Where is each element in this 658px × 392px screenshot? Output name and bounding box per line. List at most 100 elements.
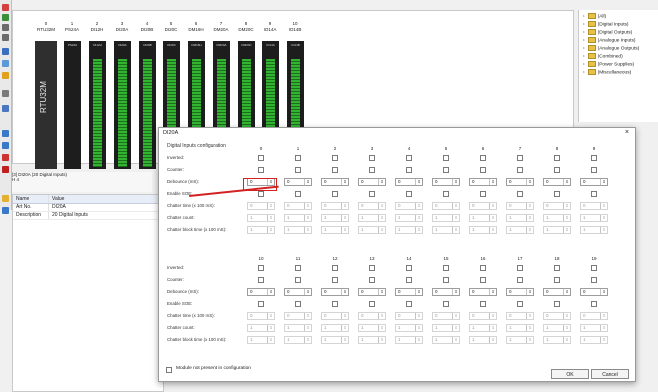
spin-arrows-icon[interactable]: ⇕: [489, 215, 496, 221]
add-icon[interactable]: [2, 14, 9, 21]
chatter-count-spinner[interactable]: 1 ⇕: [247, 214, 275, 222]
chatter-time-spinner[interactable]: 0 ⇕: [543, 202, 571, 210]
chatter-count-spinner[interactable]: 1 ⇕: [284, 324, 312, 332]
ok-button[interactable]: OK: [551, 369, 589, 379]
enable-soe-checkbox[interactable]: [554, 191, 560, 197]
enable-soe-checkbox[interactable]: [517, 191, 523, 197]
debounce-spinner[interactable]: 0 ⇕: [543, 178, 571, 186]
spin-arrows-icon[interactable]: ⇕: [304, 337, 311, 343]
spin-arrows-icon[interactable]: ⇕: [526, 313, 533, 319]
spin-arrows-icon[interactable]: ⇕: [415, 227, 422, 233]
enable-soe-checkbox[interactable]: [591, 301, 597, 307]
chatter-time-spinner[interactable]: 0 ⇕: [284, 202, 312, 210]
enable-soe-checkbox[interactable]: [258, 301, 264, 307]
enable-soe-checkbox[interactable]: [406, 191, 412, 197]
enable-soe-checkbox[interactable]: [332, 191, 338, 197]
inverted-checkbox[interactable]: [554, 265, 560, 271]
spin-arrows-icon[interactable]: ⇕: [378, 203, 385, 209]
spin-arrows-icon[interactable]: ⇕: [526, 215, 533, 221]
counter-checkbox[interactable]: [295, 277, 301, 283]
spin-arrows-icon[interactable]: ⇕: [489, 325, 496, 331]
chatter-block-spinner[interactable]: 1 ⇕: [543, 336, 571, 344]
spin-arrows-icon[interactable]: ⇕: [341, 289, 348, 295]
spin-arrows-icon[interactable]: ⇕: [600, 313, 607, 319]
counter-checkbox[interactable]: [258, 277, 264, 283]
chatter-block-spinner[interactable]: 1 ⇕: [247, 336, 275, 344]
inverted-checkbox[interactable]: [258, 155, 264, 161]
spin-arrows-icon[interactable]: ⇕: [341, 313, 348, 319]
move-down-icon[interactable]: [2, 34, 9, 41]
cancel-button[interactable]: Cancel: [591, 369, 629, 379]
spin-arrows-icon[interactable]: ⇕: [267, 289, 274, 295]
chatter-time-spinner[interactable]: 0 ⇕: [358, 312, 386, 320]
spin-arrows-icon[interactable]: ⇕: [378, 289, 385, 295]
chevron-right-icon[interactable]: ›: [583, 38, 585, 43]
spin-arrows-icon[interactable]: ⇕: [378, 179, 385, 185]
inverted-checkbox[interactable]: [406, 265, 412, 271]
chatter-block-spinner[interactable]: 1 ⇕: [395, 336, 423, 344]
chatter-count-spinner[interactable]: 1 ⇕: [358, 214, 386, 222]
chatter-count-spinner[interactable]: 1 ⇕: [432, 324, 460, 332]
debounce-spinner[interactable]: 0 ⇕: [358, 178, 386, 186]
spin-arrows-icon[interactable]: ⇕: [304, 179, 311, 185]
chatter-count-spinner[interactable]: 1 ⇕: [358, 324, 386, 332]
spin-arrows-icon[interactable]: ⇕: [452, 227, 459, 233]
counter-checkbox[interactable]: [480, 167, 486, 173]
counter-checkbox[interactable]: [591, 167, 597, 173]
counter-checkbox[interactable]: [517, 167, 523, 173]
tree-item[interactable]: › (Analogue Outputs): [583, 45, 639, 52]
module-di20b[interactable]: DI20B: [139, 41, 156, 169]
module-ps24a[interactable]: PS24A: [64, 41, 81, 169]
spin-arrows-icon[interactable]: ⇕: [341, 215, 348, 221]
spin-arrows-icon[interactable]: ⇕: [304, 203, 311, 209]
window-icon[interactable]: [2, 142, 9, 149]
counter-checkbox[interactable]: [443, 167, 449, 173]
chatter-block-spinner[interactable]: 1 ⇕: [580, 336, 608, 344]
chatter-block-spinner[interactable]: 1 ⇕: [469, 336, 497, 344]
counter-checkbox[interactable]: [295, 167, 301, 173]
chevron-right-icon[interactable]: ›: [583, 70, 585, 75]
chevron-right-icon[interactable]: ›: [583, 14, 585, 19]
inverted-checkbox[interactable]: [443, 155, 449, 161]
inverted-checkbox[interactable]: [369, 265, 375, 271]
spin-arrows-icon[interactable]: ⇕: [563, 325, 570, 331]
spin-arrows-icon[interactable]: ⇕: [415, 337, 422, 343]
counter-checkbox[interactable]: [369, 277, 375, 283]
chatter-time-spinner[interactable]: 0 ⇕: [506, 202, 534, 210]
enable-soe-checkbox[interactable]: [295, 301, 301, 307]
spin-arrows-icon[interactable]: ⇕: [341, 203, 348, 209]
chatter-block-spinner[interactable]: 1 ⇕: [284, 226, 312, 234]
chevron-right-icon[interactable]: ›: [583, 46, 585, 51]
spin-arrows-icon[interactable]: ⇕: [415, 313, 422, 319]
spin-arrows-icon[interactable]: ⇕: [378, 337, 385, 343]
spin-arrows-icon[interactable]: ⇕: [563, 313, 570, 319]
debounce-spinner[interactable]: 0 ⇕: [284, 288, 312, 296]
spin-arrows-icon[interactable]: ⇕: [452, 215, 459, 221]
spin-arrows-icon[interactable]: ⇕: [341, 325, 348, 331]
spin-arrows-icon[interactable]: ⇕: [267, 325, 274, 331]
debounce-spinner[interactable]: 0 ⇕: [284, 178, 312, 186]
chatter-time-spinner[interactable]: 0 ⇕: [469, 202, 497, 210]
spin-arrows-icon[interactable]: ⇕: [452, 289, 459, 295]
spin-arrows-icon[interactable]: ⇕: [415, 179, 422, 185]
chatter-block-spinner[interactable]: 1 ⇕: [506, 226, 534, 234]
inverted-checkbox[interactable]: [332, 265, 338, 271]
spin-arrows-icon[interactable]: ⇕: [452, 313, 459, 319]
tree-item[interactable]: › (Digital Inputs): [583, 21, 629, 28]
inverted-checkbox[interactable]: [517, 155, 523, 161]
enable-soe-checkbox[interactable]: [554, 301, 560, 307]
enable-soe-checkbox[interactable]: [443, 301, 449, 307]
debounce-spinner[interactable]: 0 ⇕: [321, 178, 349, 186]
spin-arrows-icon[interactable]: ⇕: [489, 179, 496, 185]
chatter-count-spinner[interactable]: 1 ⇕: [395, 324, 423, 332]
counter-checkbox[interactable]: [480, 277, 486, 283]
chatter-block-spinner[interactable]: 1 ⇕: [580, 226, 608, 234]
chatter-count-spinner[interactable]: 1 ⇕: [469, 214, 497, 222]
chatter-time-spinner[interactable]: 0 ⇕: [432, 312, 460, 320]
tree-item[interactable]: › (Miscellaneous): [583, 69, 631, 76]
counter-checkbox[interactable]: [554, 167, 560, 173]
spin-arrows-icon[interactable]: ⇕: [526, 337, 533, 343]
spin-arrows-icon[interactable]: ⇕: [378, 227, 385, 233]
spin-arrows-icon[interactable]: ⇕: [415, 203, 422, 209]
chatter-count-spinner[interactable]: 1 ⇕: [469, 324, 497, 332]
